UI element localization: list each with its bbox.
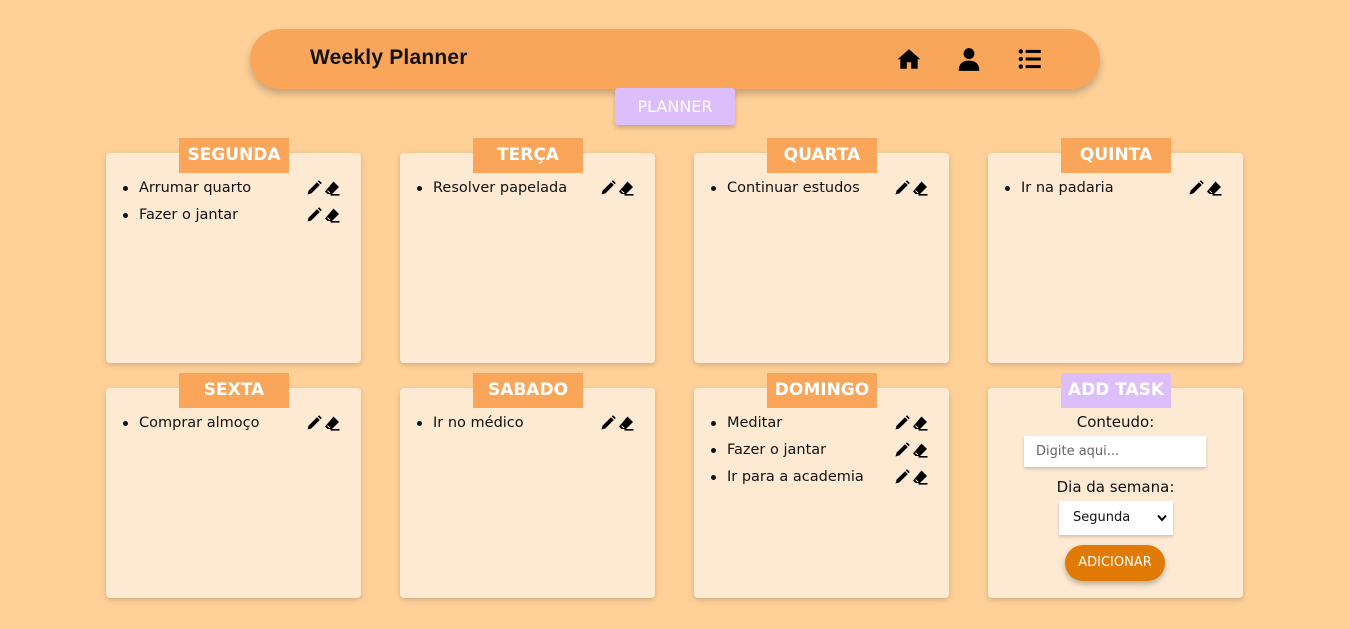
bullet	[711, 421, 716, 426]
task-text: Arrumar quarto	[139, 180, 252, 196]
task-list: Comprar almoço	[106, 415, 361, 442]
eraser-icon[interactable]	[618, 180, 634, 196]
pencil-icon[interactable]	[306, 415, 322, 431]
day-card: QUARTA Continuar estudos	[694, 138, 949, 363]
task-text: Resolver papelada	[433, 180, 568, 196]
task-item: Continuar estudos	[694, 180, 949, 207]
eraser-icon[interactable]	[324, 415, 340, 431]
day-card: QUINTA Ir na padaria	[988, 138, 1243, 363]
bullet	[123, 213, 128, 218]
day-select[interactable]: Segunda	[1059, 501, 1173, 535]
chevron-down-icon	[1157, 514, 1167, 522]
eraser-icon[interactable]	[1206, 180, 1222, 196]
user-icon[interactable]	[956, 46, 982, 72]
task-list: Arrumar quarto Fazer o jantar	[106, 180, 361, 234]
day-title: QUARTA	[767, 138, 877, 173]
pencil-icon[interactable]	[894, 442, 910, 458]
eraser-icon[interactable]	[912, 442, 928, 458]
task-item: Resolver papelada	[400, 180, 655, 207]
eraser-icon[interactable]	[912, 469, 928, 485]
task-text: Fazer o jantar	[727, 442, 827, 458]
task-text: Continuar estudos	[727, 180, 860, 196]
task-text: Ir na padaria	[1021, 180, 1114, 196]
pencil-icon[interactable]	[894, 469, 910, 485]
task-item: Meditar	[694, 415, 949, 442]
add-task-card: ADD TASK Conteudo: Dia da semana: Segund…	[988, 373, 1243, 598]
pencil-icon[interactable]	[306, 207, 322, 223]
task-text: Meditar	[727, 415, 783, 431]
task-actions	[894, 442, 934, 458]
bullet	[1005, 186, 1010, 191]
day-label: Dia da semana:	[1056, 478, 1175, 496]
day-title: SEXTA	[179, 373, 289, 408]
task-actions	[600, 415, 640, 431]
task-actions	[306, 180, 346, 196]
day-card: SEGUNDA Arrumar quarto Fazer o jantar	[106, 138, 361, 363]
day-title: SEGUNDA	[179, 138, 289, 173]
task-list: Resolver papelada	[400, 180, 655, 207]
task-actions	[894, 469, 934, 485]
task-item: Fazer o jantar	[106, 207, 361, 234]
top-navbar: Weekly Planner	[250, 29, 1100, 89]
task-list: Continuar estudos	[694, 180, 949, 207]
day-select-value: Segunda	[1073, 510, 1131, 525]
task-item: Ir no médico	[400, 415, 655, 442]
list-icon[interactable]	[1017, 46, 1043, 72]
day-title: QUINTA	[1061, 138, 1171, 173]
bullet	[123, 186, 128, 191]
pencil-icon[interactable]	[894, 180, 910, 196]
bullet	[711, 475, 716, 480]
eraser-icon[interactable]	[912, 415, 928, 431]
task-actions	[600, 180, 640, 196]
pencil-icon[interactable]	[600, 180, 616, 196]
task-item: Fazer o jantar	[694, 442, 949, 469]
day-card: SEXTA Comprar almoço	[106, 373, 361, 598]
day-title: SABADO	[473, 373, 583, 408]
task-text: Ir no médico	[433, 415, 524, 431]
home-icon[interactable]	[896, 46, 922, 72]
bullet	[711, 448, 716, 453]
eraser-icon[interactable]	[324, 180, 340, 196]
day-title: DOMINGO	[767, 373, 877, 408]
content-label: Conteudo:	[1076, 413, 1155, 431]
task-text: Fazer o jantar	[139, 207, 239, 223]
task-item: Comprar almoço	[106, 415, 361, 442]
task-list: Ir na padaria	[988, 180, 1243, 207]
task-actions	[894, 415, 934, 431]
day-card: DOMINGO Meditar Fazer o jantar Ir para a ac…	[694, 373, 949, 598]
bullet	[417, 186, 422, 191]
pencil-icon[interactable]	[600, 415, 616, 431]
task-actions	[894, 180, 934, 196]
task-item: Arrumar quarto	[106, 180, 361, 207]
bullet	[123, 421, 128, 426]
task-list: Meditar Fazer o jantar Ir para a academia	[694, 415, 949, 496]
task-text: Comprar almoço	[139, 415, 260, 431]
task-list: Ir no médico	[400, 415, 655, 442]
bullet	[711, 186, 716, 191]
day-card: TERÇA Resolver papelada	[400, 138, 655, 363]
task-text: Ir para a academia	[727, 469, 864, 485]
add-task-title: ADD TASK	[1061, 373, 1171, 408]
eraser-icon[interactable]	[618, 415, 634, 431]
task-item: Ir para a academia	[694, 469, 949, 496]
task-actions	[1188, 180, 1228, 196]
task-item: Ir na padaria	[988, 180, 1243, 207]
pencil-icon[interactable]	[306, 180, 322, 196]
planner-tab[interactable]: PLANNER	[615, 88, 735, 125]
bullet	[417, 421, 422, 426]
add-button[interactable]: ADICIONAR	[1065, 545, 1165, 581]
eraser-icon[interactable]	[912, 180, 928, 196]
task-actions	[306, 207, 346, 223]
pencil-icon[interactable]	[1188, 180, 1204, 196]
content-input[interactable]	[1024, 436, 1206, 467]
app-title: Weekly Planner	[310, 46, 468, 69]
eraser-icon[interactable]	[324, 207, 340, 223]
task-actions	[306, 415, 346, 431]
pencil-icon[interactable]	[894, 415, 910, 431]
day-title: TERÇA	[473, 138, 583, 173]
day-card: SABADO Ir no médico	[400, 373, 655, 598]
